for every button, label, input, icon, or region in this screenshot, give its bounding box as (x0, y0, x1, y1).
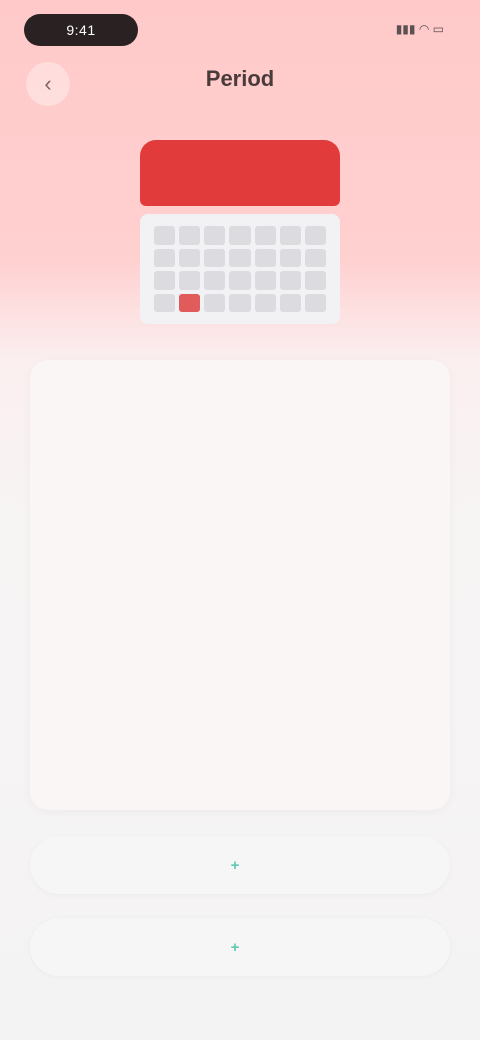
calendar-day (254, 271, 276, 290)
calendar-day (304, 226, 326, 245)
calendar-day (229, 226, 251, 245)
calendar-day (179, 248, 201, 267)
calendar-day (204, 226, 226, 245)
info-card (30, 360, 450, 810)
plus-icon: + (230, 938, 240, 956)
calendar-day (179, 226, 201, 245)
status-time-pill: 9:41 (24, 14, 138, 46)
calendar-day (229, 293, 251, 312)
calendar-day (254, 293, 276, 312)
calendar-day (279, 226, 301, 245)
calendar-day-highlighted (179, 293, 201, 312)
calendar-day (279, 293, 301, 312)
status-icons: ▮▮▮ ◠ ▭ (395, 22, 444, 36)
calendar-day (204, 271, 226, 290)
calendar-day (254, 248, 276, 267)
primary-action-button[interactable]: + (30, 836, 450, 894)
calendar-day (154, 293, 176, 312)
calendar-day (229, 248, 251, 267)
calendar-day (229, 271, 251, 290)
calendar-header (140, 140, 340, 206)
calendar-day (154, 248, 176, 267)
page-title: Period (205, 66, 275, 91)
calendar-day (179, 271, 201, 290)
calendar-day (279, 248, 301, 267)
calendar-day (154, 271, 176, 290)
secondary-action-button[interactable]: + (30, 918, 450, 976)
calendar-day (204, 248, 226, 267)
status-bar: 9:41 ▮▮▮ ◠ ▭ (0, 0, 480, 60)
calendar-day (304, 271, 326, 290)
plus-icon: + (230, 856, 240, 874)
calendar-day (254, 226, 276, 245)
calendar-day (304, 293, 326, 312)
calendar-day (154, 226, 176, 245)
calendar-day (279, 271, 301, 290)
calendar-day (304, 248, 326, 267)
calendar-illustration (140, 140, 340, 330)
calendar-day (204, 293, 226, 312)
calendar-grid (140, 214, 340, 324)
